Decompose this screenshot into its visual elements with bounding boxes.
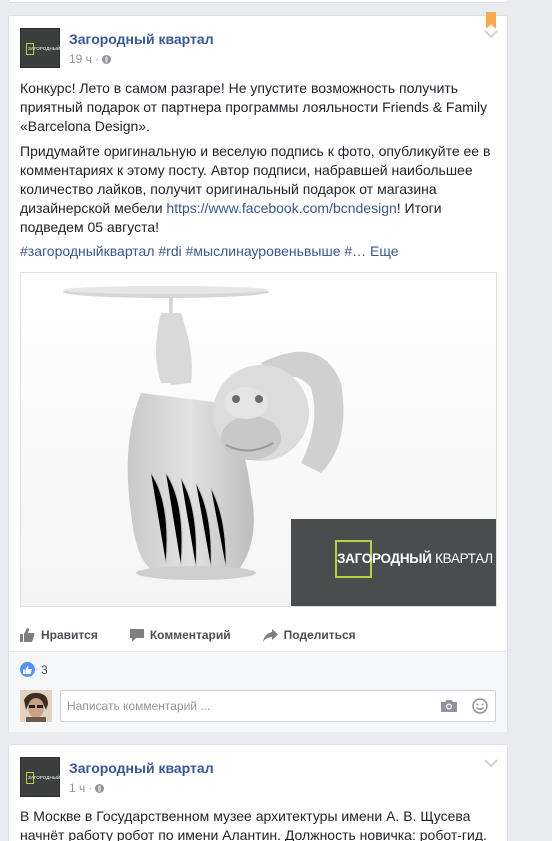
brand-text: ЗАГОРОДНЫЙ КВАРТАЛ bbox=[337, 551, 493, 566]
post-photo[interactable]: ЗАГОРОДНЫЙ КВАРТАЛ bbox=[20, 272, 497, 607]
like-reaction-icon bbox=[20, 662, 35, 677]
comment-input-box[interactable] bbox=[60, 690, 496, 722]
post-meta: 1 ч · bbox=[69, 781, 105, 795]
comment-label: Комментарий bbox=[149, 628, 231, 642]
comment-button[interactable]: Комментарий bbox=[129, 628, 231, 642]
post-text: В Москве в Государственном музее архитек… bbox=[20, 808, 487, 841]
action-bar: Нравится Комментарий Поделиться bbox=[20, 625, 388, 645]
meta-separator: · bbox=[94, 52, 99, 66]
thumbs-up-icon bbox=[20, 628, 35, 642]
hashtags-link[interactable]: #загородныйквартал #rdi #мыслинауровеньв… bbox=[20, 243, 399, 259]
chevron-down-icon[interactable] bbox=[484, 30, 500, 42]
post-paragraph: Придумайте оригинальную и веселую подпис… bbox=[20, 142, 500, 237]
page-avatar[interactable]: ЗАГОРОДНЫЙ КВАРТАЛ bbox=[20, 28, 82, 68]
like-button[interactable]: Нравится bbox=[20, 628, 98, 642]
globe-icon bbox=[101, 54, 111, 64]
user-avatar[interactable] bbox=[20, 690, 52, 722]
post-card: ЗАГОРОДНЫЙ КВАРТАЛ Загородный квартал 1 … bbox=[8, 744, 508, 841]
chevron-down-icon[interactable] bbox=[484, 759, 500, 771]
post-card: ЗАГОРОДНЫЙ КВАРТАЛ Загородный квартал 19… bbox=[8, 12, 508, 732]
reactions-summary[interactable]: 3 bbox=[20, 662, 48, 677]
camera-icon[interactable] bbox=[441, 699, 457, 715]
smiley-icon[interactable] bbox=[472, 698, 488, 717]
share-icon bbox=[262, 628, 278, 642]
previous-post-stub bbox=[8, 0, 508, 3]
bookmark-icon[interactable] bbox=[486, 12, 496, 29]
comment-input[interactable] bbox=[61, 691, 421, 721]
post-meta: 19 ч · bbox=[69, 52, 111, 66]
page-name-link[interactable]: Загородный квартал bbox=[69, 31, 214, 47]
share-label: Поделиться bbox=[283, 628, 356, 642]
brand-overlay: ЗАГОРОДНЫЙ КВАРТАЛ bbox=[291, 519, 496, 606]
like-label: Нравится bbox=[41, 628, 98, 642]
page-name-link[interactable]: Загородный квартал bbox=[69, 760, 214, 776]
meta-separator: · bbox=[88, 781, 93, 795]
globe-icon bbox=[95, 783, 105, 793]
post-time[interactable]: 19 ч bbox=[69, 52, 92, 66]
post-time[interactable]: 1 ч bbox=[69, 781, 85, 795]
share-button[interactable]: Поделиться bbox=[262, 628, 356, 642]
user-photo bbox=[20, 690, 52, 722]
comment-icon bbox=[129, 628, 144, 642]
post-text: Конкурс! Лето в самом разгаре! Не упусти… bbox=[20, 79, 500, 243]
bcndesign-link[interactable]: https://www.facebook.com/bcndesign bbox=[166, 200, 396, 216]
like-count: 3 bbox=[41, 662, 48, 677]
post-paragraph: Конкурс! Лето в самом разгаре! Не упусти… bbox=[20, 80, 488, 134]
page-avatar[interactable]: ЗАГОРОДНЫЙ КВАРТАЛ bbox=[20, 757, 82, 797]
